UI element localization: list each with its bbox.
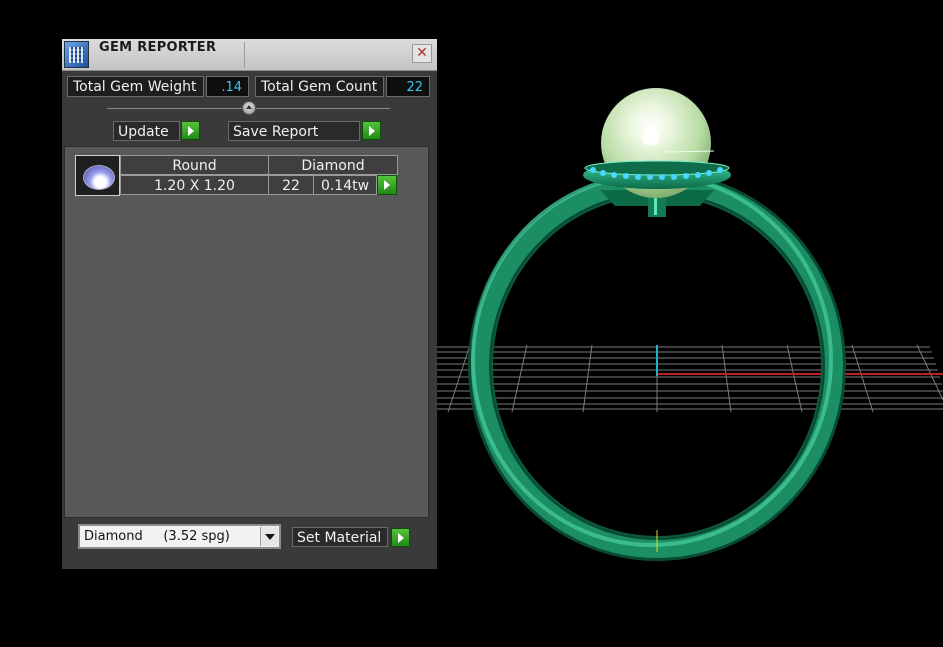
material-select-value: Diamond (3.52 spg) [84,529,230,544]
slider-handle[interactable] [242,101,256,115]
material-select[interactable]: Diamond (3.52 spg) [78,524,281,549]
panel-title: GEM REPORTER [99,40,217,55]
update-go-icon[interactable] [181,121,200,140]
title-bar[interactable]: GEM REPORTER ✕ [62,39,437,71]
round-gem-icon [75,155,120,196]
gem-weight: 0.14tw [313,175,377,195]
close-icon[interactable]: ✕ [412,44,432,63]
gem-shape: Round [120,155,269,175]
ring-shank [468,171,846,561]
gem-reporter-panel: GEM REPORTER ✕ Total Gem Weight .14 Tota… [62,39,437,569]
chevron-down-icon[interactable] [260,527,278,546]
update-button[interactable]: Update [113,121,180,141]
set-material-go-icon[interactable] [391,528,410,547]
ground-grid [437,344,943,413]
gem-list[interactable]: Round Diamond 1.20 X 1.20 22 0.14tw [64,146,429,518]
total-gem-weight-value: .14 [206,76,249,97]
gem-size: 1.20 X 1.20 [120,175,269,195]
title-divider [244,42,245,68]
gem-list-item[interactable]: Round Diamond 1.20 X 1.20 22 0.14tw [75,155,398,197]
total-gem-count-value: 22 [386,76,430,97]
save-report-button[interactable]: Save Report [228,121,360,141]
gem-count: 22 [268,175,314,195]
total-gem-weight-label: Total Gem Weight [67,76,204,97]
save-report-go-icon[interactable] [362,121,381,140]
gem-reporter-icon [64,41,89,68]
set-material-button[interactable]: Set Material [292,527,388,547]
gem-row-go-icon[interactable] [377,175,397,195]
gem-material: Diamond [268,155,398,175]
total-gem-count-label: Total Gem Count [255,76,384,97]
